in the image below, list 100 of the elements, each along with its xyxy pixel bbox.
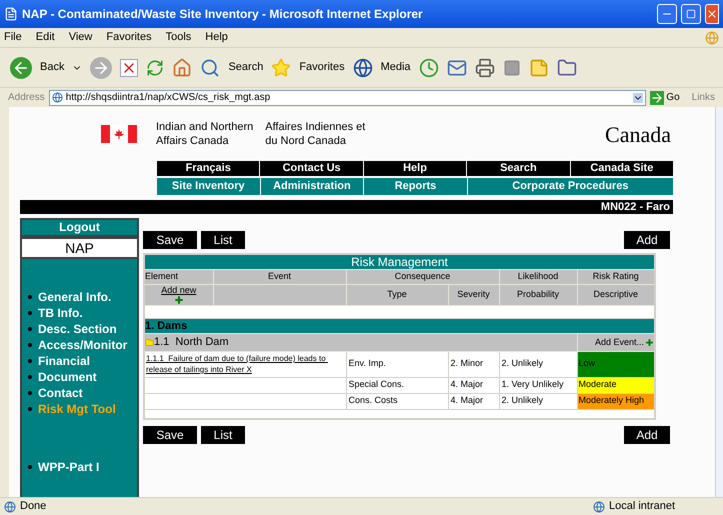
- nav-link[interactable]: Contact Us: [260, 161, 363, 176]
- nav-link[interactable]: Corporate Procedures: [468, 178, 673, 195]
- org-name-english: Indian and Northern Affairs Canada: [156, 120, 254, 148]
- element-row-text: 1.1 North Dam: [154, 335, 229, 350]
- go-icon: [650, 90, 664, 104]
- search-label[interactable]: Search: [228, 59, 264, 76]
- media-label[interactable]: Media: [380, 59, 411, 76]
- mail-icon[interactable]: [446, 58, 467, 78]
- stop-icon[interactable]: [120, 58, 138, 76]
- nav-link[interactable]: Reports: [364, 178, 467, 195]
- bullet-icon: [28, 327, 32, 331]
- site-bar: MN022 - Faro: [20, 200, 673, 214]
- column-header: Likelihood: [499, 270, 577, 284]
- column-header: Element: [144, 270, 213, 284]
- star-icon[interactable]: [271, 58, 292, 78]
- close-button[interactable]: [705, 4, 719, 24]
- add-icon[interactable]: [174, 295, 184, 305]
- sidebar-link[interactable]: WPP-Part I: [38, 459, 100, 475]
- table-cell: Env. Imp.: [346, 351, 448, 377]
- sidebar-link[interactable]: Desc. Section: [38, 321, 117, 337]
- bullet-icon: [28, 375, 32, 379]
- table-cell: 4. Major: [448, 393, 499, 409]
- bullet-icon: [28, 407, 32, 411]
- sidebar-link[interactable]: Financial: [38, 353, 90, 369]
- column-header: Type: [346, 284, 448, 306]
- column-header: Descriptive: [577, 284, 655, 306]
- browser-icon: [4, 7, 18, 21]
- bullet-icon: [28, 343, 32, 347]
- table-cell: 4. Major: [448, 377, 499, 393]
- table-cell: 2. Unlikely: [499, 351, 577, 377]
- action-button[interactable]: List: [201, 231, 245, 249]
- zone-label: Local intranet: [609, 499, 676, 514]
- action-button[interactable]: Save: [143, 426, 197, 444]
- table-cell: 2. Unlikely: [499, 393, 577, 409]
- close-icon: [706, 8, 718, 20]
- favorites-label[interactable]: Favorites: [299, 59, 345, 76]
- add-icon[interactable]: [645, 338, 654, 347]
- category-row: 1. Dams: [144, 318, 655, 334]
- canada-wordmark: Canada: [605, 120, 671, 148]
- home-icon[interactable]: [172, 58, 192, 78]
- go-button[interactable]: Go: [650, 90, 680, 105]
- table-cell: Cons. Costs: [346, 393, 448, 409]
- back-label[interactable]: Back: [40, 59, 64, 76]
- print-icon[interactable]: [474, 58, 495, 78]
- risk-rating-cell: Low: [577, 351, 655, 377]
- column-header: Severity: [448, 284, 499, 306]
- nav-link[interactable]: Canada Site: [570, 161, 674, 176]
- nav-link[interactable]: Français: [157, 161, 260, 176]
- menu-item[interactable]: Help: [205, 29, 228, 46]
- dropdown-icon[interactable]: [633, 92, 644, 102]
- minimize-button[interactable]: [657, 4, 677, 24]
- flag-icon: [100, 125, 136, 143]
- search-icon[interactable]: [200, 58, 220, 78]
- bullet-icon: [28, 311, 32, 315]
- forward-icon[interactable]: [90, 56, 112, 78]
- intranet-icon: [593, 500, 605, 512]
- column-header: Risk Rating: [577, 270, 655, 284]
- column-header: Event: [213, 270, 346, 284]
- action-button[interactable]: Add: [624, 426, 670, 444]
- bullet-icon: [28, 465, 32, 469]
- sidebar-link[interactable]: TB Info.: [38, 305, 83, 321]
- column-header: Probability: [499, 284, 577, 306]
- nav-link[interactable]: Site Inventory: [157, 178, 260, 195]
- bullet-icon: [28, 359, 32, 363]
- status-text: Done: [20, 499, 48, 514]
- action-button[interactable]: Add: [624, 231, 670, 249]
- refresh-icon[interactable]: [146, 58, 164, 76]
- event-link[interactable]: 1.1.1 Failure of dam due to (failure mode) leads to release of tailings into River X: [146, 353, 344, 375]
- menu-item[interactable]: Favorites: [106, 29, 152, 46]
- address-field[interactable]: http://shqsdiintra1/nap/xCWS/cs_risk_mgt.asp: [48, 90, 646, 106]
- table-title: Risk Management: [144, 254, 655, 270]
- history-icon[interactable]: [418, 58, 439, 78]
- menu-item[interactable]: File: [4, 29, 22, 46]
- menu-item[interactable]: Edit: [36, 29, 55, 46]
- sidebar-link[interactable]: Document: [38, 369, 97, 385]
- nav-link[interactable]: Help: [364, 161, 466, 176]
- risk-rating-cell: Moderate: [577, 377, 655, 393]
- maximize-button[interactable]: [681, 4, 701, 24]
- menu-item[interactable]: View: [68, 29, 92, 46]
- back-icon[interactable]: [10, 56, 32, 78]
- nav-link[interactable]: Search: [467, 161, 570, 176]
- table-cell: Special Cons.: [346, 377, 448, 393]
- nav-link[interactable]: Administration: [260, 178, 364, 195]
- maximize-icon: [686, 9, 696, 19]
- risk-rating-cell: Moderately High: [577, 393, 655, 409]
- sidebar-link[interactable]: General Info.: [38, 289, 112, 305]
- action-button[interactable]: Save: [143, 231, 197, 249]
- menu-item[interactable]: Tools: [166, 29, 192, 46]
- logout-button[interactable]: Logout: [20, 218, 139, 237]
- sidebar-link[interactable]: Access/Monitor: [38, 337, 128, 353]
- bullet-icon: [28, 391, 32, 395]
- column-header: Consequence: [346, 270, 499, 284]
- address-label: Address: [8, 91, 45, 105]
- folder-icon: [145, 338, 154, 347]
- window-title: NAP - Contaminated/Waste Site Inventory - Microsoft Internet Explorer: [22, 6, 424, 23]
- sidebar-link[interactable]: Contact: [38, 385, 83, 401]
- table-cell: 1. Very Unlikely: [499, 377, 577, 393]
- org-name-french: Affaires Indiennes et du Nord Canada: [265, 120, 366, 148]
- app-label: NAP: [20, 237, 139, 259]
- action-button[interactable]: List: [201, 426, 245, 444]
